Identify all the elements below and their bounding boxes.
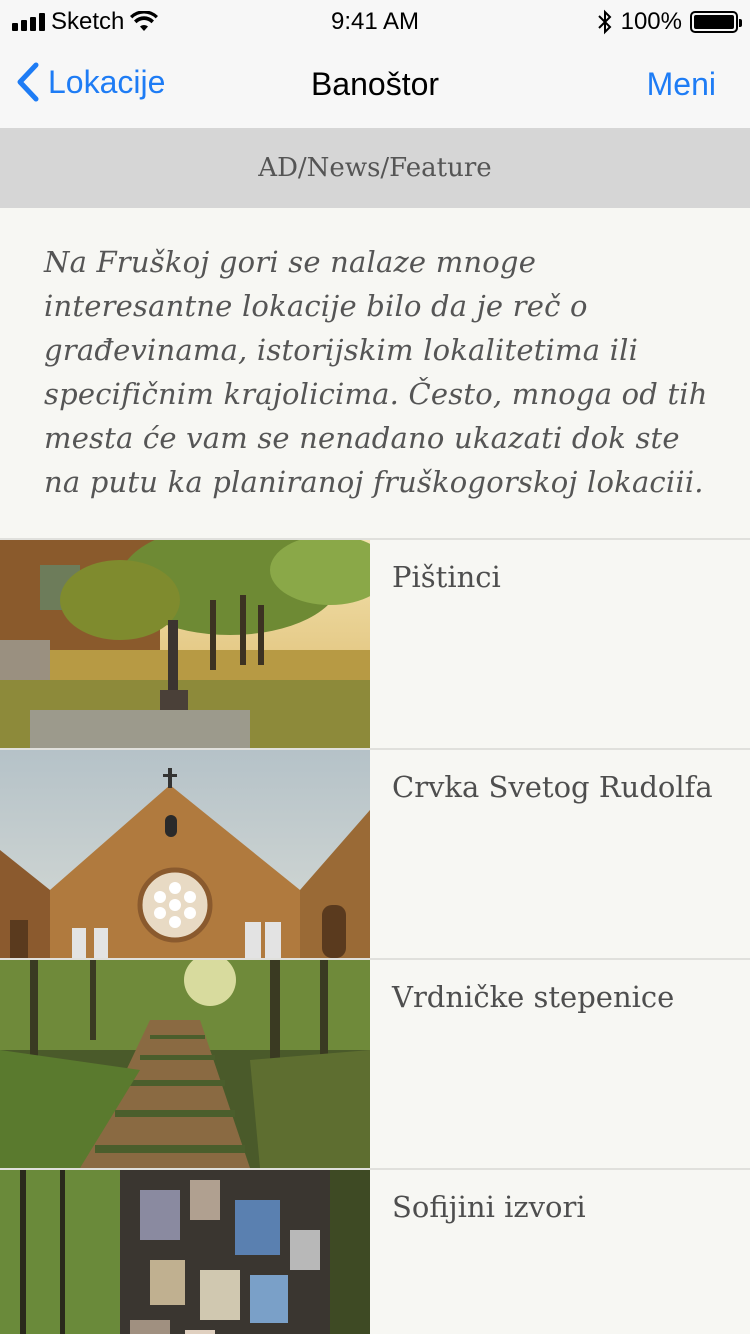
page-title: Banoštor (310, 66, 440, 102)
village-water-pump-photo (0, 540, 370, 748)
location-item-pistinci[interactable]: Pištinci (0, 538, 750, 748)
battery-percent: 100% (620, 8, 682, 35)
status-bar: Sketch 9:41 AM 100% (0, 0, 750, 40)
location-item-crvka-svetog-rudolfa[interactable]: Crvka Svetog Rudolfa (0, 748, 750, 958)
intro-text: Na Fruškoj gori se nalaze mnoge interesa… (44, 245, 708, 499)
battery-icon (690, 11, 742, 33)
tree-with-icons-photo (0, 1170, 370, 1334)
menu-button[interactable]: Meni (647, 66, 716, 103)
location-label: Crvka Svetog Rudolfa (392, 770, 713, 804)
ad-banner[interactable]: AD/News/Feature (0, 128, 750, 208)
ruined-church-photo (0, 750, 370, 958)
location-label: Pištinci (392, 560, 501, 594)
location-item-sofijini-izvori[interactable]: Sofijini izvori (0, 1168, 750, 1334)
location-list: Pištinci Crvka Svetog Rudolfa Vrdničke s… (0, 538, 750, 1334)
status-right: 100% (597, 8, 742, 36)
location-label: Sofijini izvori (392, 1190, 586, 1224)
navigation-bar: Lokacije Banoštor Meni (0, 40, 750, 128)
location-item-vrdnicke-stepenice[interactable]: Vrdničke stepenice (0, 958, 750, 1168)
forest-stairs-photo (0, 960, 370, 1168)
location-label: Vrdničke stepenice (392, 980, 675, 1014)
ad-banner-label: AD/News/Feature (258, 153, 492, 183)
bluetooth-icon (597, 9, 612, 35)
